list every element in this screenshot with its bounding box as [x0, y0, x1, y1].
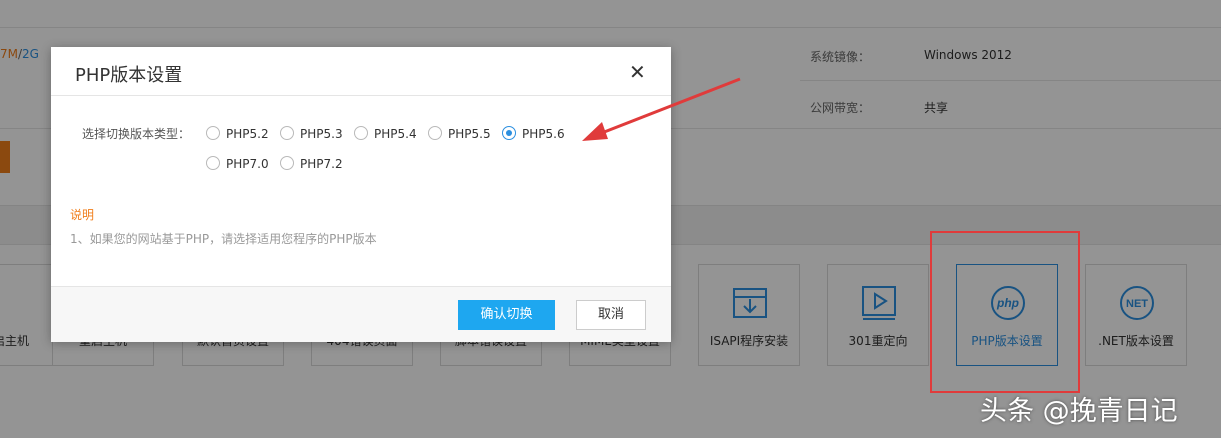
- version-type-label: 选择切换版本类型：: [82, 127, 191, 141]
- radio-circle[interactable]: [428, 126, 442, 140]
- radio-label: PHP7.0: [226, 157, 269, 171]
- dialog-footer: 确认切换 取消: [51, 286, 671, 342]
- radio-circle-checked[interactable]: [502, 126, 516, 140]
- radio-label: PHP5.3: [300, 127, 343, 141]
- annotation-highlight-box: [930, 231, 1080, 393]
- radio-circle[interactable]: [206, 126, 220, 140]
- radio-circle[interactable]: [354, 126, 368, 140]
- dialog-header-divider: [51, 95, 671, 96]
- note-title: 说明: [70, 208, 95, 222]
- radio-label: PHP5.6: [522, 127, 565, 141]
- radio-circle[interactable]: [206, 156, 220, 170]
- confirm-switch-button[interactable]: 确认切换: [458, 300, 555, 330]
- annotation-arrow-icon: [582, 77, 741, 141]
- cancel-button[interactable]: 取消: [576, 300, 646, 330]
- watermark-text: 头条 @挽青日记: [980, 396, 1178, 427]
- dialog-title: PHP版本设置: [75, 65, 183, 86]
- note-text: 1、如果您的网站基于PHP，请选择适用您程序的PHP版本: [70, 232, 377, 246]
- radio-label: PHP7.2: [300, 157, 343, 171]
- radio-label: PHP5.4: [374, 127, 417, 141]
- radio-circle[interactable]: [280, 126, 294, 140]
- php-version-dialog: PHP版本设置 ✕ 选择切换版本类型： PHP5.2 PHP5.3 PHP5.4…: [51, 47, 671, 342]
- radio-label: PHP5.5: [448, 127, 491, 141]
- radio-circle[interactable]: [280, 156, 294, 170]
- radio-label: PHP5.2: [226, 127, 269, 141]
